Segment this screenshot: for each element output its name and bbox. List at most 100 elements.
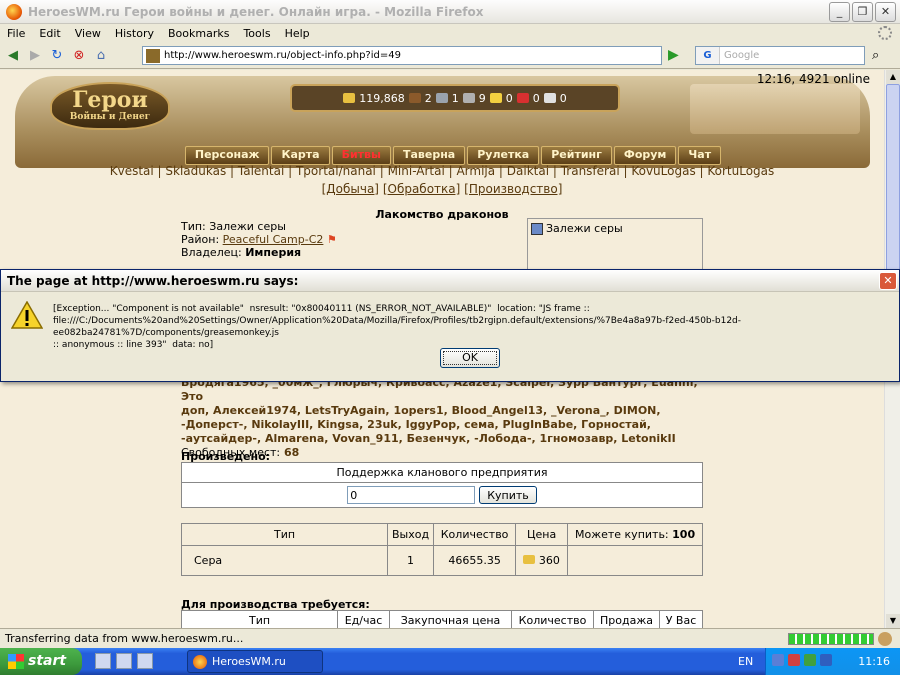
ore-icon <box>435 93 448 103</box>
online-count: 12:16, 4921 online <box>756 72 870 86</box>
sidebox-item: Залежи серы <box>546 222 623 235</box>
menu-file[interactable]: File <box>0 27 32 40</box>
menu-bookmarks[interactable]: Bookmarks <box>161 27 236 40</box>
tab-loot[interactable]: [Добыча] <box>322 182 379 196</box>
menu-help[interactable]: Help <box>278 27 317 40</box>
object-info: Тип: Залежи серы Район: Peaceful Camp-C2… <box>181 220 337 259</box>
row-output: 1 <box>386 545 435 576</box>
stop-icon[interactable]: ⊗ <box>70 47 88 65</box>
tab-processing[interactable]: [Обработка] <box>383 182 461 196</box>
search-icon[interactable]: ⌕ <box>872 48 879 63</box>
window-titlebar: HeroesWM.ru Герои войны и денег. Онлайн … <box>0 0 900 24</box>
gem-icon <box>543 93 556 103</box>
go-icon[interactable]: ▶ <box>668 47 686 65</box>
game-menu-map[interactable]: Карта <box>271 146 330 165</box>
region-link[interactable]: Peaceful Camp-C2 <box>223 233 324 246</box>
game-logo[interactable]: Герои Войны и Денег <box>50 82 170 130</box>
wood-icon <box>408 93 421 103</box>
status-text: Transferring data from www.heroeswm.ru..… <box>5 632 244 645</box>
buy-button[interactable]: Купить <box>479 486 537 504</box>
media-player-icon[interactable] <box>137 653 153 669</box>
workers-list: Бродяга1965, _00мж_, Глюрыч, Кривоасс, A… <box>181 376 698 459</box>
game-menu-roulette[interactable]: Рулетка <box>467 146 540 165</box>
window-title: HeroesWM.ru Герои войны и денег. Онлайн … <box>28 4 484 19</box>
sulfur-icon <box>489 93 502 103</box>
url-bar[interactable]: http://www.heroeswm.ru/object-info.php?i… <box>142 46 662 65</box>
game-menu-tavern[interactable]: Таверна <box>392 146 466 165</box>
sub-navigation-links[interactable]: Kvestai | Skladukas | Talentai | Tportal… <box>0 164 884 178</box>
tray-icon-2[interactable] <box>788 654 800 666</box>
game-menu-forum[interactable]: Форум <box>613 146 677 165</box>
row-quantity: 46655.35 <box>433 545 517 576</box>
navigation-toolbar: ◀ ▶ ↻ ⊗ ⌂ http://www.heroeswm.ru/object-… <box>0 43 900 69</box>
tray-icon-1[interactable] <box>772 654 784 666</box>
greasemonkey-icon[interactable] <box>878 632 892 646</box>
dialog-close-button[interactable]: ✕ <box>879 272 897 290</box>
quicklaunch-icon[interactable] <box>116 653 132 669</box>
game-menu-chat[interactable]: Чат <box>678 146 722 165</box>
row-type: Сера <box>181 545 388 576</box>
search-input[interactable]: G Google <box>695 46 865 65</box>
windows-taskbar: start HeroesWM.ru Герон ... EN 11:16 <box>0 648 900 675</box>
menu-edit[interactable]: Edit <box>32 27 67 40</box>
loading-progress <box>788 633 874 645</box>
scroll-up-icon[interactable]: ▲ <box>886 70 900 84</box>
bluetooth-icon[interactable] <box>820 654 832 666</box>
language-indicator[interactable]: EN <box>738 655 753 668</box>
resource-table: Тип Выход Количество Цена Можете купить:… <box>181 523 703 576</box>
game-menu-rating[interactable]: Рейтинг <box>541 146 612 165</box>
col-can-buy: Можете купить: 100 <box>567 523 703 546</box>
free-slots-count: 68 <box>283 446 300 459</box>
clan-support-box: Поддержка кланового предприятия Купить <box>181 462 703 508</box>
dialog-message: [Exception... "Component is not availabl… <box>53 304 742 350</box>
alert-dialog: The page at http://www.heroeswm.ru says:… <box>0 269 900 382</box>
col-type: Тип <box>181 523 388 546</box>
minimize-button[interactable]: _ <box>829 2 850 22</box>
start-button[interactable]: start <box>0 648 82 675</box>
game-banner: Герои Войны и Денег 119,868 2 1 9 0 0 0 П… <box>15 76 870 168</box>
ok-button[interactable]: OK <box>440 348 500 368</box>
quantity-input[interactable] <box>347 486 476 504</box>
menu-history[interactable]: History <box>108 27 161 40</box>
site-favicon-icon <box>146 48 160 63</box>
windows-logo-icon <box>8 654 24 669</box>
object-type: Залежи серы <box>209 220 286 233</box>
gold-icon <box>343 93 356 103</box>
warning-icon <box>11 301 43 329</box>
tab-production[interactable]: [Производство] <box>464 182 562 196</box>
home-icon[interactable]: ⌂ <box>92 47 110 65</box>
taskbar-firefox-item[interactable]: HeroesWM.ru Герон ... <box>187 650 323 673</box>
game-menu-character[interactable]: Персонаж <box>184 146 270 165</box>
city-illustration <box>690 84 860 134</box>
menu-tools[interactable]: Tools <box>236 27 277 40</box>
firefox-icon <box>193 655 207 669</box>
search-placeholder: Google <box>724 50 760 61</box>
object-owner: Империя <box>245 246 302 259</box>
crystal-icon <box>516 93 529 103</box>
back-icon[interactable]: ◀ <box>4 47 22 65</box>
game-menu-battles[interactable]: Битвы <box>331 146 391 165</box>
close-window-button[interactable]: ✕ <box>875 2 896 22</box>
google-engine-icon[interactable]: G <box>696 47 720 64</box>
col-price: Цена <box>515 523 569 546</box>
col-output: Выход <box>386 523 435 546</box>
clan-support-title: Поддержка кланового предприятия <box>182 463 702 483</box>
url-text: http://www.heroeswm.ru/object-info.php?i… <box>164 50 401 61</box>
maximize-button[interactable]: ❐ <box>852 2 873 22</box>
resources-bar: 119,868 2 1 9 0 0 0 <box>290 84 620 112</box>
table-row: Сера 1 46655.35 360 <box>181 545 703 576</box>
game-menu: Персонаж Карта Битвы Таверна Рулетка Рей… <box>183 146 723 165</box>
show-desktop-icon[interactable] <box>95 653 111 669</box>
reload-icon[interactable]: ↻ <box>48 47 66 65</box>
forward-icon[interactable]: ▶ <box>26 47 44 65</box>
tray-icon-3[interactable] <box>804 654 816 666</box>
status-bar: Transferring data from www.heroeswm.ru..… <box>0 628 900 648</box>
menu-bar: File Edit View History Bookmarks Tools H… <box>0 24 900 43</box>
gold-icon <box>523 555 536 564</box>
dialog-title: The page at http://www.heroeswm.ru says: <box>1 270 899 292</box>
clock: 11:16 <box>858 655 890 668</box>
menu-view[interactable]: View <box>68 27 108 40</box>
firefox-icon <box>6 3 22 20</box>
scroll-down-icon[interactable]: ▼ <box>886 614 900 628</box>
mercury-icon <box>462 93 475 103</box>
